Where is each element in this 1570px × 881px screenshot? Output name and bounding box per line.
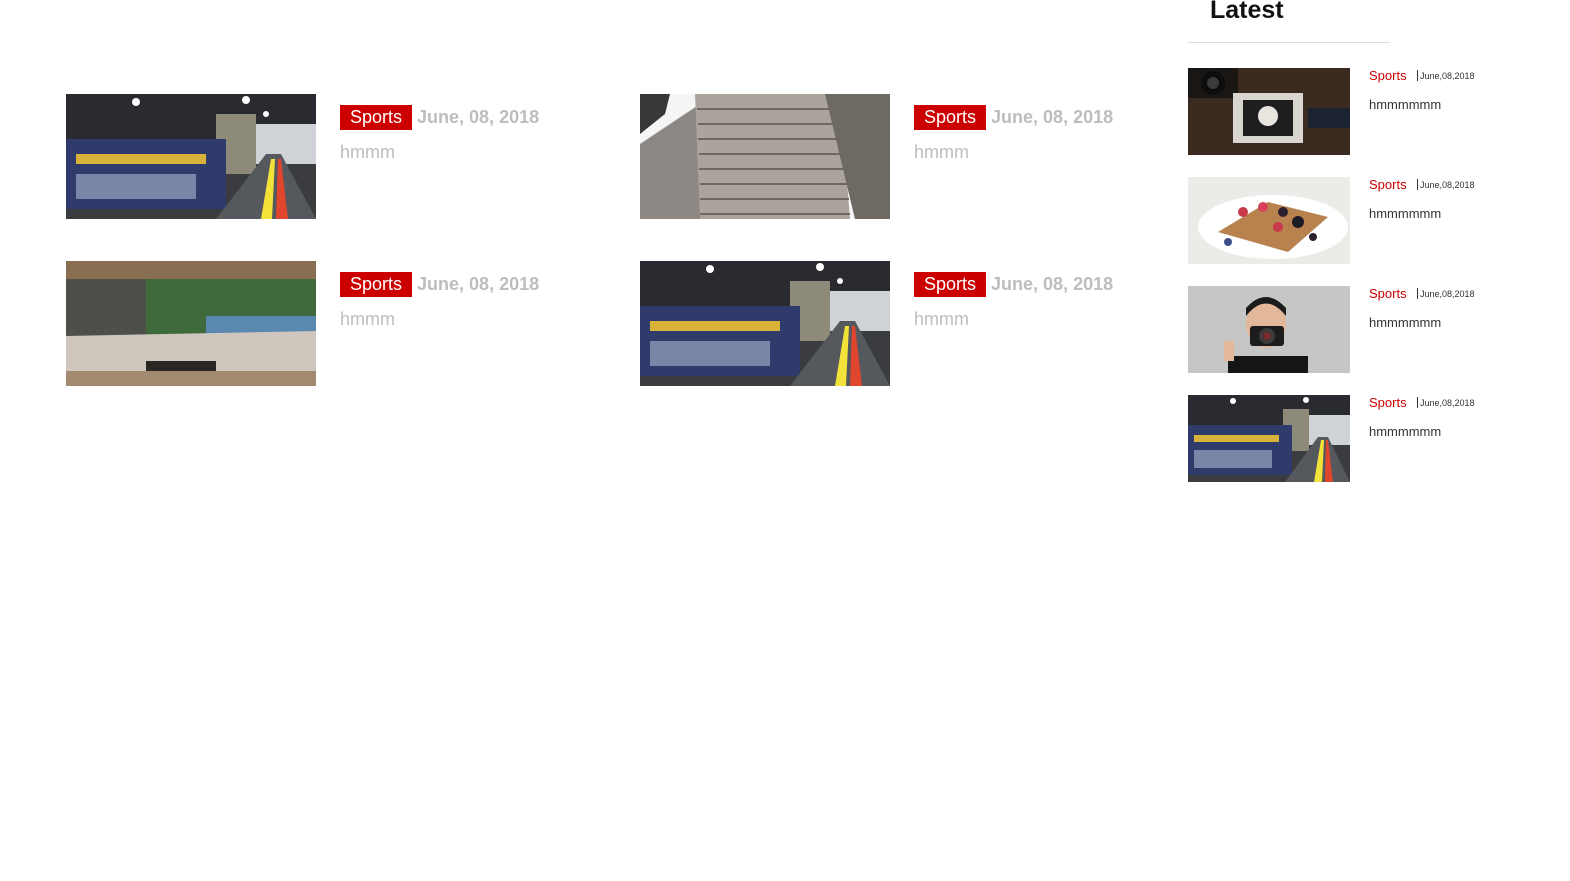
article-title[interactable]: hmmm [914, 142, 969, 163]
category-badge[interactable]: Sports [340, 272, 413, 297]
category-badge[interactable]: Sports [914, 105, 987, 130]
latest-image[interactable] [1188, 68, 1350, 155]
latest-category[interactable]: Sports [1369, 177, 1407, 192]
latest-date-text: June,08,2018 [1420, 398, 1475, 408]
date-separator [1417, 70, 1418, 81]
article-card[interactable]: Sports June, 08, 2018 hmmm [66, 94, 626, 219]
waffle-berries-image [1188, 177, 1350, 264]
article-meta: Sports June, 08, 2018 [914, 272, 1113, 297]
article-date: June, 08, 2018 [417, 107, 540, 127]
article-title[interactable]: hmmm [340, 142, 395, 163]
latest-image[interactable] [1188, 395, 1350, 482]
date-separator [1417, 288, 1418, 299]
latest-date: June,08,2018 [1417, 397, 1475, 408]
date-separator [1417, 179, 1418, 190]
sidebar-divider [1188, 42, 1390, 43]
latest-image[interactable] [1188, 286, 1350, 373]
article-card[interactable]: Sports June, 08, 2018 hmmm [640, 94, 1200, 219]
category-badge[interactable]: Sports [914, 272, 987, 297]
article-card[interactable]: Sports June, 08, 2018 hmmm [640, 261, 1200, 386]
article-meta: Sports June, 08, 2018 [914, 105, 1113, 130]
article-date: June, 08, 2018 [991, 274, 1114, 294]
latest-date: June,08,2018 [1417, 288, 1475, 299]
latest-title[interactable]: hmmmmmm [1369, 315, 1441, 330]
article-card[interactable]: Sports June, 08, 2018 hmmm [66, 261, 626, 386]
factory-floor-image [640, 261, 890, 386]
date-separator [1417, 397, 1418, 408]
latest-date-text: June,08,2018 [1420, 71, 1475, 81]
latest-item[interactable]: Sports June,08,2018 hmmmmmm [1188, 68, 1528, 155]
article-image[interactable] [640, 94, 890, 219]
article-date: June, 08, 2018 [991, 107, 1114, 127]
camera-photos-image [1188, 68, 1350, 155]
latest-title[interactable]: hmmmmmm [1369, 97, 1441, 112]
category-badge[interactable]: Sports [340, 105, 413, 130]
latest-category[interactable]: Sports [1369, 286, 1407, 301]
latest-item[interactable]: Sports June,08,2018 hmmmmmm [1188, 177, 1528, 264]
article-meta: Sports June, 08, 2018 [340, 272, 539, 297]
article-image[interactable] [66, 261, 316, 386]
latest-date-text: June,08,2018 [1420, 289, 1475, 299]
latest-date-text: June,08,2018 [1420, 180, 1475, 190]
factory-floor-image [1188, 395, 1350, 482]
office-building-image [640, 94, 890, 219]
article-date: June, 08, 2018 [417, 274, 540, 294]
article-image[interactable] [66, 94, 316, 219]
latest-date: June,08,2018 [1417, 70, 1475, 81]
latest-image[interactable] [1188, 177, 1350, 264]
latest-item[interactable]: Sports June,08,2018 hmmmmmm [1188, 286, 1528, 373]
sidebar-heading: Latest [1210, 0, 1284, 24]
kitchen-window-image [66, 261, 316, 386]
article-title[interactable]: hmmm [914, 309, 969, 330]
latest-category[interactable]: Sports [1369, 68, 1407, 83]
factory-floor-image [66, 94, 316, 219]
article-image[interactable] [640, 261, 890, 386]
latest-date: June,08,2018 [1417, 179, 1475, 190]
article-meta: Sports June, 08, 2018 [340, 105, 539, 130]
photographer-image [1188, 286, 1350, 373]
article-title[interactable]: hmmm [340, 309, 395, 330]
latest-title[interactable]: hmmmmmm [1369, 424, 1441, 439]
latest-title[interactable]: hmmmmmm [1369, 206, 1441, 221]
latest-item[interactable]: Sports June,08,2018 hmmmmmm [1188, 395, 1528, 482]
latest-category[interactable]: Sports [1369, 395, 1407, 410]
page: Sports June, 08, 2018 hmmm Sports June, … [0, 0, 1570, 881]
